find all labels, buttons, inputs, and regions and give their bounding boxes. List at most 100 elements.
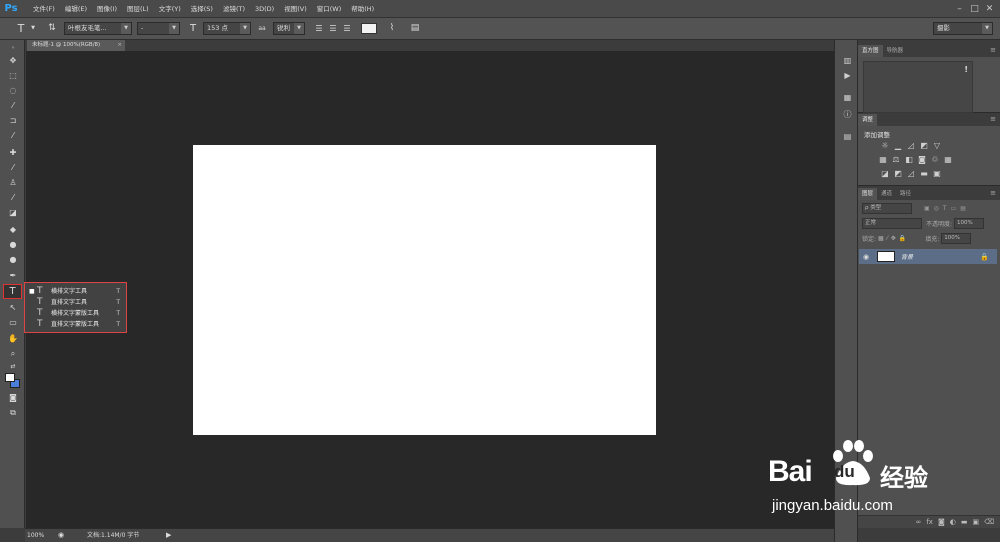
antialias-select[interactable]: 锐利 ▼	[273, 22, 305, 35]
new-adjustment-icon[interactable]: ◐	[950, 518, 956, 526]
eyedropper-tool-icon[interactable]: ⁄	[6, 130, 20, 142]
gradient-map-icon[interactable]: ▬	[919, 169, 929, 179]
tab-histogram[interactable]: 直方图	[858, 45, 883, 57]
color-balance-icon[interactable]: ⚖	[891, 155, 901, 165]
move-tool-icon[interactable]: ✥	[6, 55, 20, 67]
quick-selection-tool-icon[interactable]: ⁄	[6, 100, 20, 112]
selective-color-icon[interactable]: ▣	[932, 169, 942, 179]
status-menu-arrow-icon[interactable]: ▶	[166, 529, 171, 542]
opacity-input[interactable]: 100%	[954, 218, 985, 229]
brush-tool-icon[interactable]: ⁄	[6, 162, 20, 174]
type-tool-preset-icon[interactable]: T	[14, 22, 28, 35]
menu-edit[interactable]: 编辑(E)	[60, 0, 92, 18]
workspace-select[interactable]: 摄影 ▼	[933, 22, 993, 35]
info-panel-icon[interactable]: ⓘ	[841, 109, 854, 120]
character-panel-icon[interactable]: ▤	[408, 22, 422, 35]
align-center-icon[interactable]: ☰	[327, 22, 339, 35]
tab-adjustments[interactable]: 调整	[858, 114, 878, 126]
menu-help[interactable]: 帮助(H)	[346, 0, 379, 18]
hue-saturation-icon[interactable]: ▦	[878, 155, 888, 165]
shape-tool-icon[interactable]: ▭	[6, 317, 20, 329]
menu-filter[interactable]: 滤镜(T)	[218, 0, 250, 18]
menu-layer[interactable]: 图层(L)	[122, 0, 154, 18]
fill-input[interactable]: 100%	[941, 233, 972, 244]
foreground-color-swatch[interactable]	[5, 373, 15, 382]
maximize-button[interactable]: □	[967, 0, 982, 18]
posterize-icon[interactable]: ◩	[893, 169, 903, 179]
delete-layer-icon[interactable]: ⌫	[984, 518, 994, 526]
crop-tool-icon[interactable]: ⊐	[6, 115, 20, 127]
menu-view[interactable]: 视图(V)	[279, 0, 312, 18]
link-layers-icon[interactable]: ∞	[915, 518, 921, 526]
healing-brush-tool-icon[interactable]: ✚	[6, 147, 20, 159]
layer-row[interactable]: ◉ 背景 🔒	[859, 249, 997, 264]
brightness-contrast-icon[interactable]: ☼	[880, 141, 890, 151]
invert-icon[interactable]: ◪	[880, 169, 890, 179]
photo-filter-icon[interactable]: ◙	[917, 155, 927, 165]
actions-panel-icon[interactable]: ▶	[841, 70, 854, 81]
paint-bucket-tool-icon[interactable]: ◆	[6, 224, 20, 236]
lasso-tool-icon[interactable]: ◌	[6, 85, 20, 97]
dodge-tool-icon[interactable]: ●	[6, 254, 20, 266]
collapse-tools-icon[interactable]: »	[6, 42, 20, 54]
flyout-item-horizontal-type-mask[interactable]: T 横排文字蒙版工具 T	[25, 308, 126, 319]
warp-text-icon[interactable]: ⌇	[385, 22, 399, 35]
layer-style-icon[interactable]: fx	[926, 518, 933, 526]
horizontal-type-tool-icon[interactable]: T	[3, 284, 22, 299]
warning-icon[interactable]: !	[964, 65, 968, 74]
quick-mask-icon[interactable]: ◙	[6, 392, 20, 404]
panel-menu-icon[interactable]: ≡	[990, 189, 996, 197]
pen-tool-icon[interactable]: ✒	[6, 270, 20, 282]
channel-mixer-icon[interactable]: ♲	[930, 155, 940, 165]
panel-menu-icon[interactable]: ≡	[990, 46, 996, 54]
zoom-level[interactable]: 100%	[27, 529, 44, 542]
history-brush-tool-icon[interactable]: ⁄	[6, 192, 20, 204]
menu-3d[interactable]: 3D(D)	[250, 0, 279, 18]
document-tab[interactable]: 未标题-1 @ 100%(RGB/8) ×	[27, 40, 125, 51]
minimize-button[interactable]: –	[952, 0, 967, 18]
new-group-icon[interactable]: ▬	[961, 518, 968, 526]
color-lookup-icon[interactable]: ▦	[943, 155, 953, 165]
history-panel-icon[interactable]: ▥	[841, 55, 854, 66]
new-layer-icon[interactable]: ▣	[972, 518, 979, 526]
clone-stamp-tool-icon[interactable]: ♙	[6, 177, 20, 189]
vibrance-icon[interactable]: ▽	[932, 141, 942, 151]
menu-type[interactable]: 文字(Y)	[154, 0, 186, 18]
status-info-icon[interactable]: ◉	[58, 529, 64, 542]
layer-filter-select[interactable]: ρ 类型	[862, 203, 912, 214]
eraser-tool-icon[interactable]: ◪	[6, 207, 20, 219]
flyout-item-vertical-type-mask[interactable]: T 直排文字蒙版工具 T	[25, 319, 126, 330]
levels-icon[interactable]: ▁	[893, 141, 903, 151]
screen-mode-icon[interactable]: ⧉	[6, 407, 20, 419]
font-family-select[interactable]: 叶根友毛笔... ▼	[64, 22, 132, 35]
tab-channels[interactable]: 通道	[877, 188, 896, 200]
document-canvas[interactable]	[193, 145, 656, 435]
text-color-swatch[interactable]	[361, 23, 377, 34]
menu-select[interactable]: 选择(S)	[186, 0, 218, 18]
orientation-toggle-icon[interactable]: ⇅	[44, 22, 60, 35]
menu-image[interactable]: 图像(I)	[92, 0, 122, 18]
hand-tool-icon[interactable]: ✋	[6, 333, 20, 345]
marquee-tool-icon[interactable]: ⬚	[6, 70, 20, 82]
blur-tool-icon[interactable]: ●	[6, 239, 20, 251]
flyout-item-horizontal-type[interactable]: ■ T 横排文字工具 T	[25, 286, 126, 297]
swap-colors-icon[interactable]: ⇄	[6, 361, 20, 373]
panel-menu-icon[interactable]: ≡	[990, 115, 996, 123]
filter-type-icons[interactable]: ▣◎T▭▤	[924, 205, 970, 212]
lock-options-icons[interactable]: ▦⁄✥🔒	[878, 235, 909, 242]
paragraph-panel-icon[interactable]: ▤	[841, 131, 854, 142]
font-style-select[interactable]: - ▼	[137, 22, 180, 35]
tab-navigator[interactable]: 导航器	[883, 45, 908, 57]
curves-icon[interactable]: ◿	[906, 141, 916, 151]
zoom-tool-icon[interactable]: ⌕	[6, 348, 20, 360]
blend-mode-select[interactable]: 正常	[862, 218, 922, 229]
menu-window[interactable]: 窗口(W)	[312, 0, 347, 18]
tab-layers[interactable]: 图层	[858, 188, 878, 200]
character-panel-icon[interactable]: ▦	[841, 92, 854, 103]
align-right-icon[interactable]: ☰	[341, 22, 353, 35]
path-selection-tool-icon[interactable]: ↖	[6, 302, 20, 314]
tab-paths[interactable]: 路径	[896, 188, 915, 200]
add-mask-icon[interactable]: ◙	[938, 518, 945, 526]
font-size-select[interactable]: 153 点 ▼	[203, 22, 251, 35]
visibility-eye-icon[interactable]: ◉	[859, 253, 873, 261]
